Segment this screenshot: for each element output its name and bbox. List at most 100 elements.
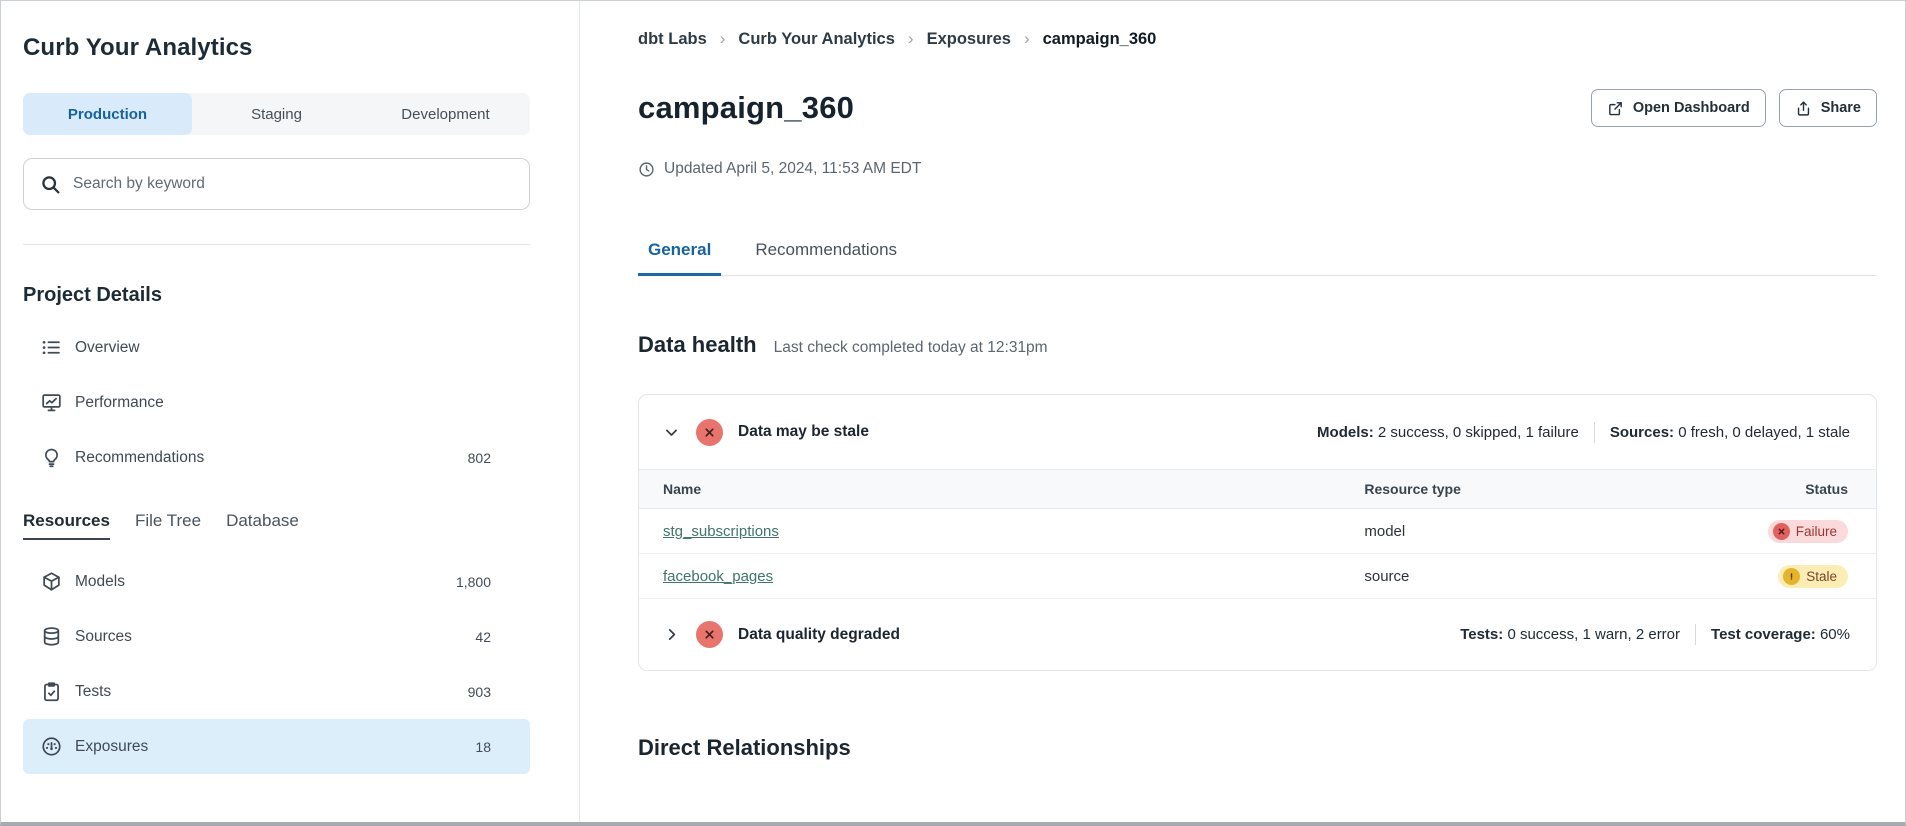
resource-type-cell: model — [1340, 509, 1686, 554]
table-row: facebook_pages source Stale — [639, 554, 1876, 599]
environment-tabs: Production Staging Development — [23, 93, 530, 135]
stale-resources-table: Name Resource type Status stg_subscripti… — [639, 469, 1876, 599]
env-tab-development[interactable]: Development — [361, 93, 530, 135]
summary-divider — [1695, 624, 1696, 645]
sidebar-item-label: Recommendations — [75, 449, 204, 467]
x-circle-icon — [696, 419, 723, 446]
last-updated: Updated April 5, 2024, 11:53 AM EDT — [638, 160, 1877, 178]
breadcrumb-exposures[interactable]: Exposures — [927, 30, 1011, 49]
resources-nav: Models 1,800 Sources 42 Tests — [23, 554, 530, 774]
column-header-resource-type: Resource type — [1340, 470, 1686, 509]
sidebar-item-label: Tests — [75, 683, 111, 701]
share-button[interactable]: Share — [1779, 89, 1877, 127]
resource-type-cell: source — [1340, 554, 1686, 599]
tab-database[interactable]: Database — [226, 511, 299, 540]
tab-recommendations[interactable]: Recommendations — [745, 240, 907, 276]
clipboard-check-icon — [41, 681, 62, 702]
list-icon — [41, 337, 62, 358]
project-details-nav: Overview Performance Recommendations 802 — [23, 320, 530, 485]
breadcrumb-project[interactable]: Curb Your Analytics — [738, 30, 894, 49]
lightbulb-icon — [41, 447, 62, 468]
status-badge: Stale — [1778, 565, 1848, 588]
item-count: 1,800 — [456, 574, 491, 590]
external-link-icon — [1607, 100, 1624, 117]
table-header-row: Name Resource type Status — [639, 470, 1876, 509]
exclamation-circle-icon — [1783, 568, 1800, 585]
status-badge: Failure — [1768, 520, 1848, 543]
project-sidebar: Curb Your Analytics Production Staging D… — [1, 1, 580, 822]
sources-summary: Sources: 0 fresh, 0 delayed, 1 stale — [1610, 424, 1850, 441]
stale-summary: Models: 2 success, 0 skipped, 1 failure … — [1317, 422, 1850, 443]
item-count: 18 — [475, 739, 491, 755]
sidebar-divider — [23, 244, 530, 245]
chevron-right-icon[interactable] — [663, 626, 680, 643]
models-summary: Models: 2 success, 0 skipped, 1 failure — [1317, 424, 1579, 441]
section-title: Data may be stale — [738, 423, 869, 441]
data-health-card: Data may be stale Models: 2 success, 0 s… — [638, 394, 1877, 671]
sidebar-item-label: Models — [75, 573, 125, 591]
sidebar-item-performance[interactable]: Performance — [23, 375, 530, 430]
sidebar-item-overview[interactable]: Overview — [23, 320, 530, 375]
app-window: Curb Your Analytics Production Staging D… — [1, 1, 1905, 822]
page-title: campaign_360 — [638, 90, 854, 126]
sidebar-item-models[interactable]: Models 1,800 — [23, 554, 530, 609]
breadcrumb-separator: › — [908, 29, 914, 49]
database-icon — [41, 626, 62, 647]
resource-link[interactable]: facebook_pages — [663, 568, 773, 585]
sidebar-item-exposures[interactable]: Exposures 18 — [23, 719, 530, 774]
breadcrumb-current-page: campaign_360 — [1043, 30, 1157, 49]
share-icon — [1795, 100, 1812, 117]
section-title: Data quality degraded — [738, 626, 900, 644]
last-check-text: Last check completed today at 12:31pm — [774, 339, 1048, 357]
test-coverage-summary: Test coverage: 60% — [1711, 626, 1850, 643]
tab-file-tree[interactable]: File Tree — [135, 511, 201, 540]
gauge-icon — [41, 736, 62, 757]
chevron-down-icon[interactable] — [663, 424, 680, 441]
data-health-heading: Data health — [638, 332, 757, 358]
tab-general[interactable]: General — [638, 240, 721, 276]
project-details-heading: Project Details — [23, 284, 530, 307]
detail-tabs: General Recommendations — [638, 240, 1877, 276]
breadcrumb: dbt Labs › Curb Your Analytics › Exposur… — [638, 29, 1877, 49]
quality-summary: Tests: 0 success, 1 warn, 2 error Test c… — [1460, 624, 1850, 645]
search-icon — [40, 174, 61, 195]
quality-section-header[interactable]: Data quality degraded Tests: 0 success, … — [639, 599, 1876, 670]
main-content: dbt Labs › Curb Your Analytics › Exposur… — [580, 1, 1905, 822]
sidebar-item-label: Exposures — [75, 738, 148, 756]
resource-link[interactable]: stg_subscriptions — [663, 523, 779, 540]
sidebar-item-label: Overview — [75, 339, 140, 357]
sidebar-item-recommendations[interactable]: Recommendations 802 — [23, 430, 530, 485]
monitor-chart-icon — [41, 392, 62, 413]
column-header-name: Name — [639, 470, 1340, 509]
search-input[interactable] — [73, 175, 513, 193]
column-header-status: Status — [1687, 470, 1876, 509]
sidebar-search[interactable] — [23, 158, 530, 210]
button-label: Open Dashboard — [1633, 100, 1750, 116]
breadcrumb-dbt-labs[interactable]: dbt Labs — [638, 30, 707, 49]
last-updated-text: Updated April 5, 2024, 11:53 AM EDT — [664, 160, 921, 178]
clock-icon — [638, 161, 655, 178]
x-circle-icon — [696, 621, 723, 648]
resource-view-tabs: Resources File Tree Database — [23, 511, 530, 540]
x-circle-icon — [1773, 523, 1790, 540]
sidebar-item-sources[interactable]: Sources 42 — [23, 609, 530, 664]
table-row: stg_subscriptions model Failure — [639, 509, 1876, 554]
tab-resources[interactable]: Resources — [23, 511, 110, 540]
open-dashboard-button[interactable]: Open Dashboard — [1591, 89, 1766, 127]
tests-summary: Tests: 0 success, 1 warn, 2 error — [1460, 626, 1680, 643]
sidebar-item-label: Sources — [75, 628, 132, 646]
summary-divider — [1594, 422, 1595, 443]
cube-icon — [41, 571, 62, 592]
breadcrumb-separator: › — [720, 29, 726, 49]
direct-relationships-heading: Direct Relationships — [638, 735, 1877, 761]
breadcrumb-separator: › — [1024, 29, 1030, 49]
item-count: 42 — [475, 629, 491, 645]
item-count: 903 — [468, 684, 491, 700]
sidebar-item-label: Performance — [75, 394, 164, 412]
title-actions: Open Dashboard Share — [1591, 89, 1877, 127]
sidebar-item-tests[interactable]: Tests 903 — [23, 664, 530, 719]
stale-section-header[interactable]: Data may be stale Models: 2 success, 0 s… — [639, 395, 1876, 469]
env-tab-staging[interactable]: Staging — [192, 93, 361, 135]
env-tab-production[interactable]: Production — [23, 93, 192, 135]
item-count: 802 — [468, 450, 491, 466]
